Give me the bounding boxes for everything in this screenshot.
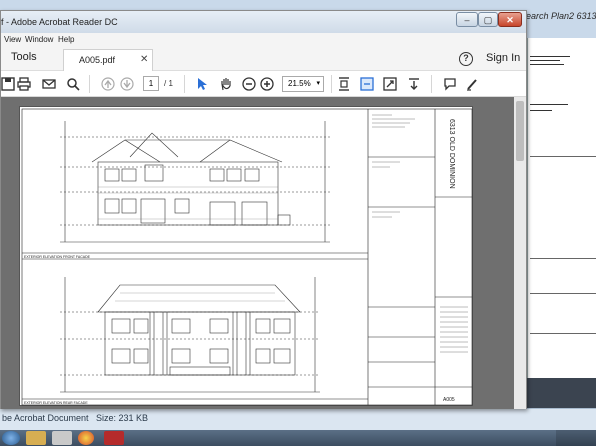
help-icon[interactable]: ? xyxy=(459,52,473,66)
toolbar: 1 / 1 21.5% ▾ xyxy=(1,71,526,97)
tab-document[interactable]: A005.pdf ✕ xyxy=(63,49,153,71)
architectural-drawing: EXTERIOR ELEVATION FRONT FACADE EXTERIOR… xyxy=(21,108,473,406)
select-cursor-icon[interactable] xyxy=(194,76,210,92)
toolbar-separator xyxy=(89,75,90,93)
minimize-button[interactable]: – xyxy=(456,12,478,27)
zoom-level-select[interactable]: 21.5% ▾ xyxy=(282,76,324,92)
toolbar-separator xyxy=(331,75,332,93)
email-icon[interactable] xyxy=(41,76,57,92)
maximize-button[interactable]: ▢ xyxy=(478,12,498,27)
hand-icon[interactable] xyxy=(218,76,234,92)
menu-window[interactable]: Window xyxy=(25,35,53,44)
print-icon[interactable] xyxy=(16,76,32,92)
comment-icon[interactable] xyxy=(442,76,458,92)
zoom-out-icon[interactable] xyxy=(241,76,257,92)
fit-page-icon[interactable] xyxy=(336,76,352,92)
close-button[interactable]: ✕ xyxy=(498,12,522,27)
save-icon[interactable] xyxy=(0,76,16,92)
page-total: / 1 xyxy=(164,79,173,88)
status-file-type: be Acrobat Document xyxy=(2,413,89,423)
title-block-project-name: 6313 OLD DOMINION xyxy=(448,119,455,189)
vertical-scrollbar[interactable] xyxy=(514,97,526,409)
status-file-size: Size: 231 KB xyxy=(96,413,149,423)
sign-in-button[interactable]: Sign In xyxy=(486,52,520,64)
tab-close-icon[interactable]: ✕ xyxy=(140,54,148,65)
title-bar: f - Adobe Acrobat Reader DC – ▢ ✕ xyxy=(1,11,526,33)
menu-view[interactable]: View xyxy=(4,35,21,44)
scroll-mode-icon[interactable] xyxy=(406,76,422,92)
toolbar-separator xyxy=(184,75,185,93)
menu-help[interactable]: Help xyxy=(58,35,74,44)
full-screen-icon[interactable] xyxy=(382,76,398,92)
taskbar xyxy=(0,430,596,446)
sheet-number: A005 xyxy=(443,397,455,403)
menu-bar: View Window Help xyxy=(1,33,526,47)
background-document-preview xyxy=(527,38,596,378)
taskbar-acrobat-icon[interactable] xyxy=(104,431,124,445)
rear-elevation-caption: EXTERIOR ELEVATION REAR FACADE xyxy=(24,401,88,405)
scrollbar-thumb[interactable] xyxy=(516,101,524,161)
tab-bar: Tools A005.pdf ✕ ? Sign In xyxy=(1,47,526,71)
chevron-down-icon: ▾ xyxy=(316,80,320,87)
start-button[interactable] xyxy=(2,431,20,445)
taskbar-chrome-icon[interactable] xyxy=(78,431,94,445)
page-up-icon[interactable] xyxy=(100,76,116,92)
taskbar-app-icon[interactable] xyxy=(52,431,72,445)
page-down-icon[interactable] xyxy=(119,76,135,92)
zoom-in-icon[interactable] xyxy=(259,76,275,92)
minimize-icon: – xyxy=(464,15,470,25)
tab-document-label: A005.pdf xyxy=(79,55,116,65)
maximize-icon: ▢ xyxy=(483,15,493,25)
pdf-page: EXTERIOR ELEVATION FRONT FACADE EXTERIOR… xyxy=(19,106,473,406)
close-icon: ✕ xyxy=(506,15,514,25)
document-viewer[interactable]: EXTERIOR ELEVATION FRONT FACADE EXTERIOR… xyxy=(1,97,526,409)
background-dark-panel xyxy=(527,378,596,408)
background-window-title: Search Plan2 6313 Old D xyxy=(520,11,596,21)
tab-tools[interactable]: Tools xyxy=(11,51,37,63)
search-icon[interactable] xyxy=(65,76,81,92)
highlight-icon[interactable] xyxy=(464,76,480,92)
taskbar-explorer-icon[interactable] xyxy=(26,431,46,445)
toolbar-separator xyxy=(431,75,432,93)
front-elevation-caption: EXTERIOR ELEVATION FRONT FACADE xyxy=(24,255,91,259)
page-number-input[interactable]: 1 xyxy=(143,76,159,91)
fit-width-icon[interactable] xyxy=(359,76,375,92)
window-title: f - Adobe Acrobat Reader DC xyxy=(1,17,118,27)
background-status-bar: be Acrobat Document Size: 231 KB xyxy=(0,408,596,430)
zoom-level-value: 21.5% xyxy=(288,79,311,88)
acrobat-window: f - Adobe Acrobat Reader DC – ▢ ✕ View W… xyxy=(0,10,527,409)
system-tray xyxy=(556,430,596,446)
